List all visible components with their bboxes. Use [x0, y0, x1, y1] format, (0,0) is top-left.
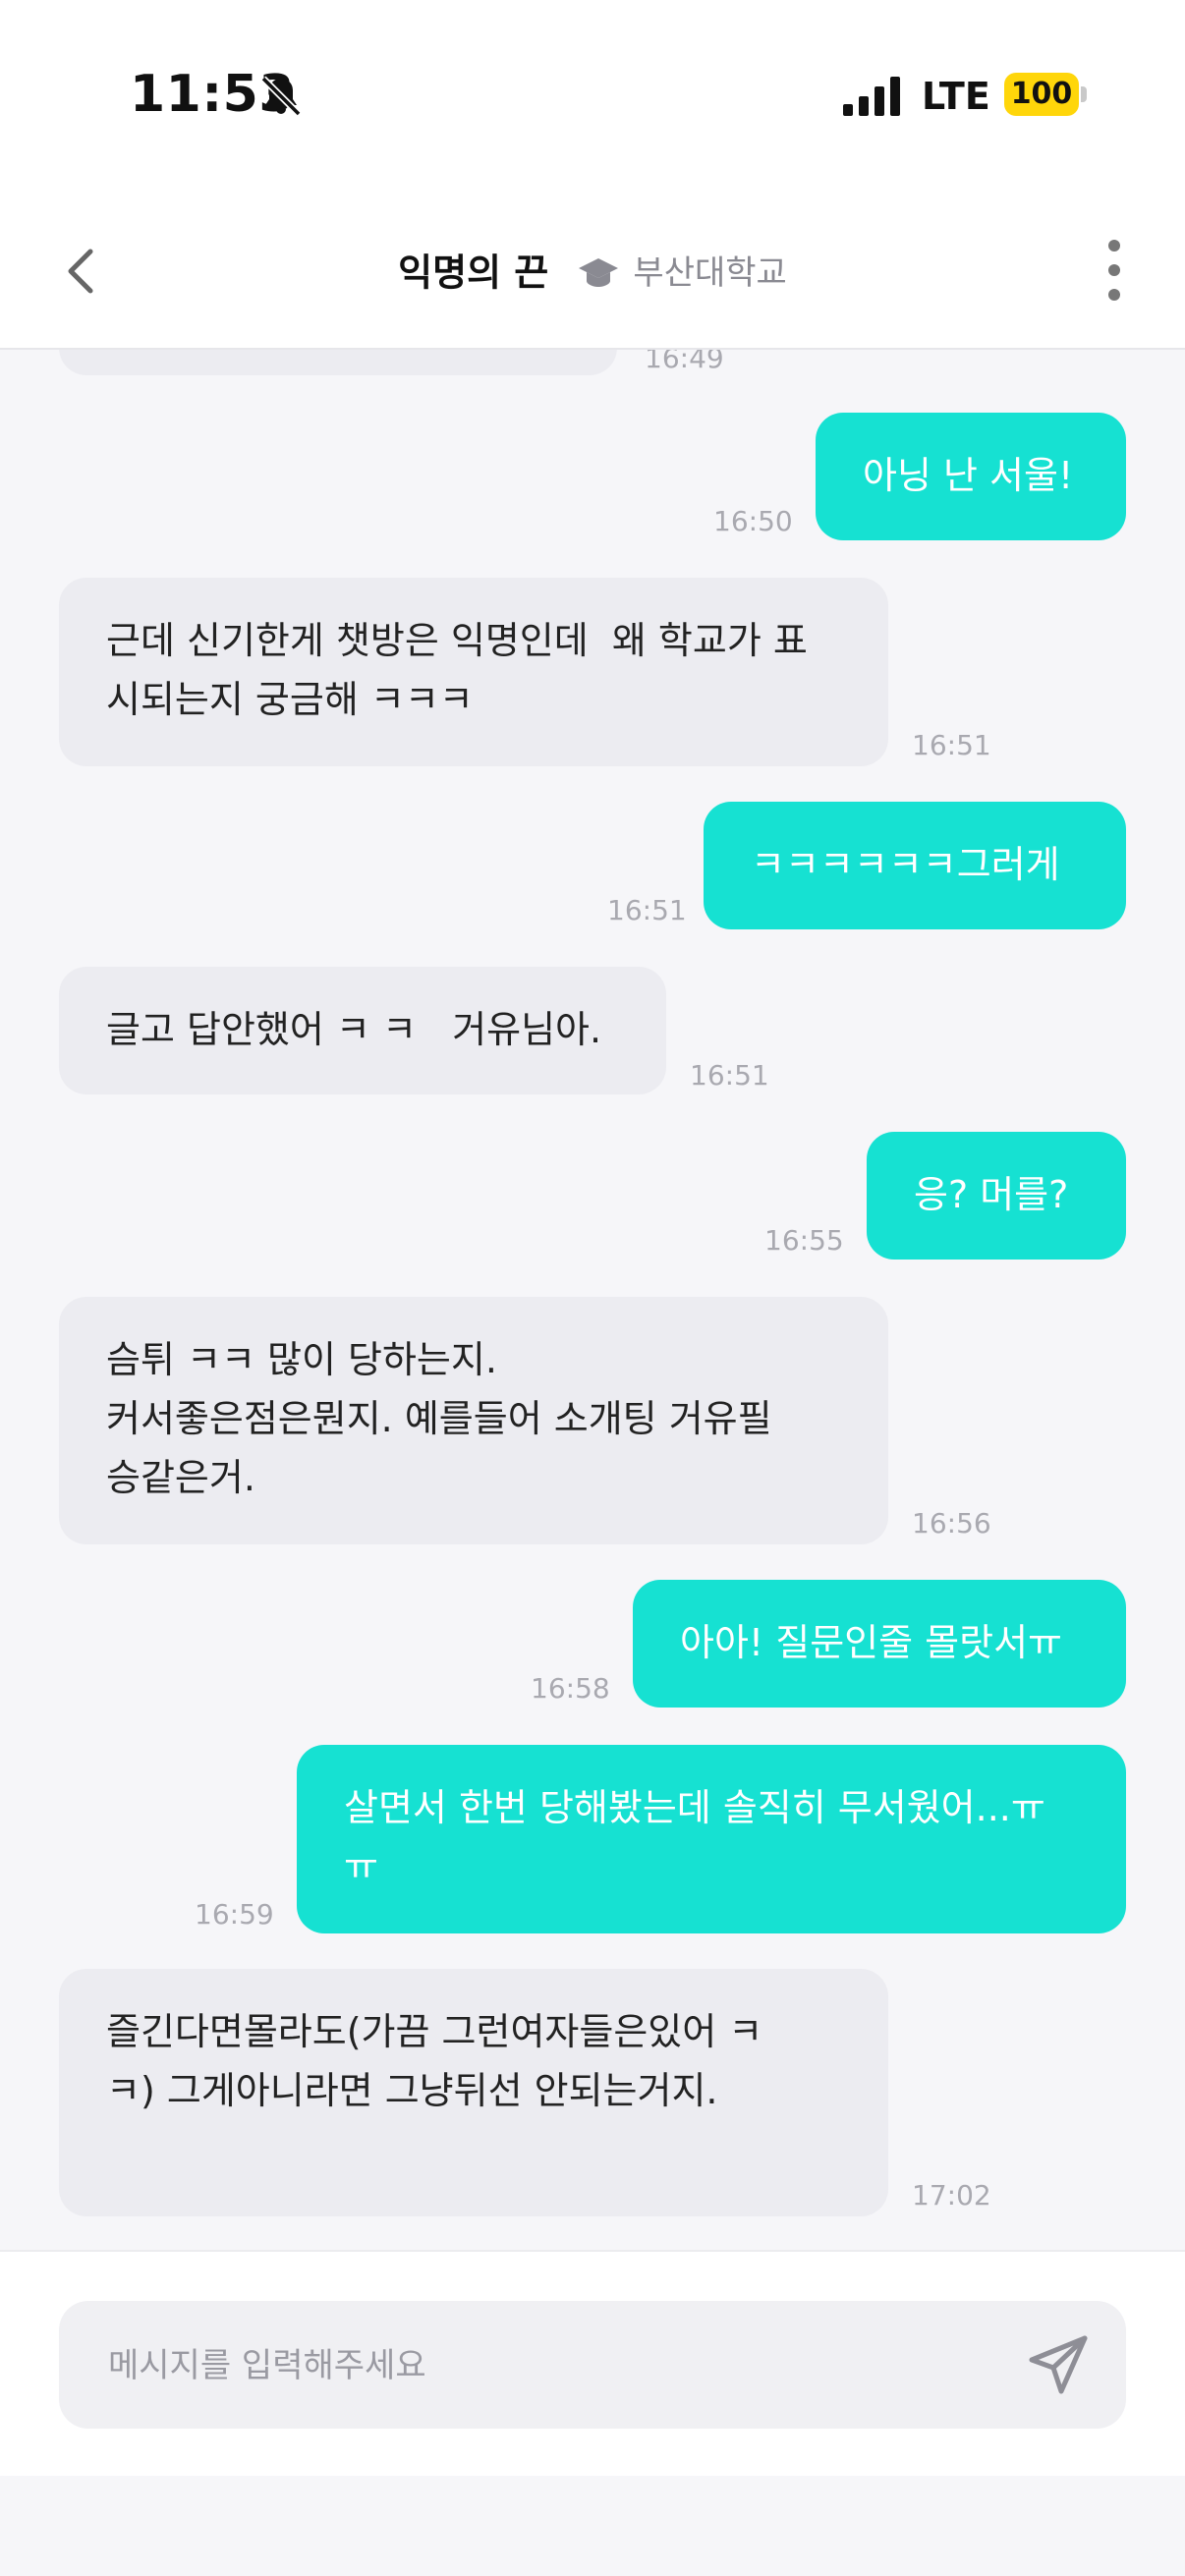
message-list[interactable]: 16:49 아닝 난 서울! 16:50 근데 신기한게 챗방은 익명인데 왜 …: [0, 350, 1185, 2250]
message-bubble: 아닝 난 서울!: [816, 413, 1126, 540]
message-time: 16:51: [912, 729, 991, 761]
school-name: 부산대학교: [633, 252, 787, 293]
signal-icon: [843, 77, 900, 116]
network-type: LTE: [922, 75, 990, 118]
message-time: 17:02: [912, 2179, 991, 2212]
message-bubble: 아아! 질문인줄 몰랏서ㅠ: [633, 1580, 1126, 1708]
bottom-safe-area: [0, 2476, 1185, 2576]
message-input[interactable]: [106, 2301, 994, 2431]
chat-title: 익명의 끈: [398, 251, 549, 295]
battery-cap: [1081, 86, 1087, 102]
message-bubble: 살면서 한번 당해봤는데 솔직히 무서웠어...ㅠ ㅠ: [297, 1745, 1126, 1933]
battery-indicator: 100: [1004, 73, 1079, 116]
message-bubble: 즐긴다면몰라도(가끔 그런여자들은있어 ㅋ ㅋ) 그게아니라면 그냥뒤선 안되는…: [59, 1969, 888, 2216]
composer-area: [0, 2250, 1185, 2478]
message-time: 16:56: [912, 1507, 991, 1540]
message-bubble: 글고 답안했어 ㅋ ㅋ 거유님아.: [59, 967, 666, 1094]
message-bubble: 응? 머를?: [867, 1132, 1126, 1260]
send-icon[interactable]: [1028, 2334, 1089, 2395]
bell-off-icon: [260, 76, 302, 117]
message-time: 16:58: [531, 1672, 610, 1705]
more-options-icon[interactable]: [1097, 234, 1132, 307]
message-time: 16:59: [195, 1898, 274, 1931]
message-bubble: 슴튀 ㅋㅋ 많이 당하는지. 커서좋은점은뭔지. 예를들어 소개팅 거유필 승같…: [59, 1297, 888, 1544]
message-time: 16:49: [645, 350, 724, 374]
message-time: 16:55: [764, 1224, 844, 1257]
message-time: 16:51: [607, 894, 687, 926]
message-bubble: ㅋㅋㅋㅋㅋㅋ그러게: [704, 802, 1126, 929]
graduation-cap-icon: [579, 257, 619, 287]
message-bubble: [59, 350, 617, 375]
status-bar: 11:53 LTE 100: [0, 0, 1185, 196]
message-input-box: [59, 2301, 1126, 2431]
chat-header: 익명의 끈 부산대학교: [0, 196, 1185, 350]
message-time: 16:50: [713, 505, 793, 537]
message-bubble: 근데 신기한게 챗방은 익명인데 왜 학교가 표 시되는지 궁금해 ㅋㅋㅋ: [59, 578, 888, 766]
message-time: 16:51: [690, 1059, 769, 1092]
header-title-group: 익명의 끈 부산대학교: [0, 238, 1185, 307]
